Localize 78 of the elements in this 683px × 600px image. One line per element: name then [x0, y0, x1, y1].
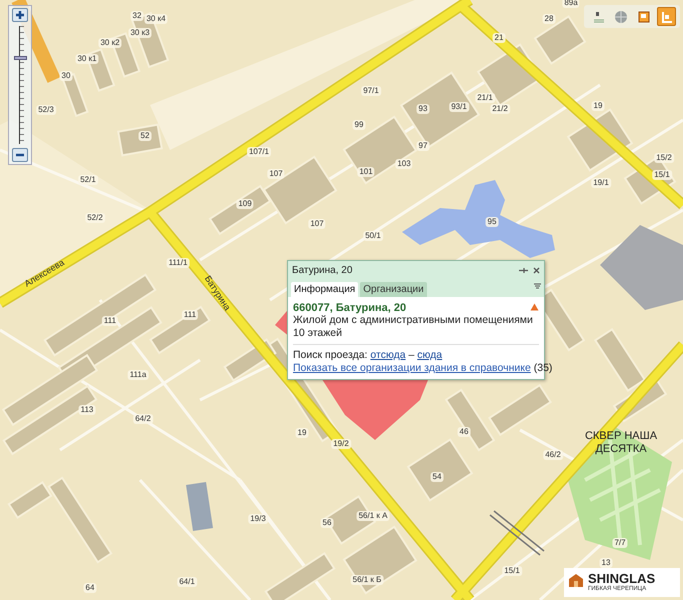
- house-number: 15/1: [502, 566, 522, 576]
- house-number: 52/2: [85, 213, 105, 223]
- house-number: 111/1: [166, 258, 190, 268]
- house-number: 99: [352, 120, 366, 130]
- house-number: 93/1: [449, 102, 469, 112]
- house-number: 107/1: [246, 147, 272, 157]
- house-number: 46: [458, 427, 470, 437]
- house-number: 19/3: [248, 514, 268, 524]
- popup-title: Батурина, 20: [292, 265, 354, 276]
- popup-tab[interactable]: Организации: [360, 282, 427, 297]
- house-number: 56/1 к Б: [350, 575, 384, 585]
- house-number: 109: [236, 199, 254, 209]
- house-number: 32: [130, 11, 144, 21]
- house-icon: [568, 572, 584, 588]
- route-to-link[interactable]: сюда: [417, 349, 442, 361]
- route-separator: –: [408, 349, 414, 361]
- house-number: 111а: [128, 370, 148, 380]
- route-label: Поиск проезда:: [293, 349, 368, 361]
- house-number: 46/2: [543, 450, 563, 460]
- house-number: 113: [78, 405, 96, 415]
- house-number: 101: [357, 167, 375, 177]
- house-number: 52/1: [78, 175, 98, 185]
- house-number: 56: [320, 518, 334, 528]
- house-number: 30 к1: [75, 54, 99, 64]
- house-number: 64: [84, 583, 96, 593]
- floor-count: 10 этажей: [293, 327, 343, 340]
- house-number: 107: [308, 219, 326, 229]
- house-number: 52: [138, 131, 152, 141]
- house-number: 19/2: [331, 439, 351, 449]
- organization-count: (35): [534, 362, 552, 374]
- house-number: 21/1: [475, 93, 495, 103]
- zoom-in-button[interactable]: [12, 8, 28, 22]
- house-number: 15/2: [654, 153, 674, 163]
- house-number: 111: [182, 310, 198, 320]
- zoom-slider[interactable]: [13, 26, 27, 144]
- house-number: 19: [592, 101, 604, 111]
- house-number: 30: [60, 71, 72, 81]
- house-number: 54: [430, 472, 444, 482]
- pin-icon[interactable]: [519, 267, 528, 274]
- house-number: 21: [492, 33, 506, 43]
- house-number: 21/2: [490, 104, 510, 114]
- close-icon[interactable]: [533, 267, 540, 274]
- house-number: 52/3: [36, 105, 56, 115]
- layers-icon: [636, 10, 650, 24]
- house-number: 64/1: [177, 577, 197, 587]
- house-number: 56/1 к А: [356, 511, 390, 521]
- route-from-link[interactable]: отсюда: [370, 349, 406, 361]
- house-number: 30 к2: [98, 38, 122, 48]
- house-number: 28: [542, 14, 556, 24]
- ad-brand[interactable]: SHINGLAS: [588, 572, 656, 585]
- house-number: 64/2: [133, 414, 153, 424]
- house-number: 103: [395, 159, 413, 169]
- house-number: 50/1: [363, 231, 383, 241]
- zoom-thumb[interactable]: [14, 56, 27, 60]
- house-number: 93: [416, 104, 430, 114]
- menu-icon[interactable]: [534, 283, 541, 289]
- directory-link[interactable]: Показать все организации здания в справочнике: [293, 362, 531, 374]
- address-heading: 660077, Батурина, 20: [293, 302, 408, 314]
- house-number: 13: [600, 558, 612, 568]
- popup-tab[interactable]: Информация: [291, 282, 358, 297]
- house-number: 30 к3: [128, 28, 152, 38]
- house-number: 97/1: [361, 86, 381, 96]
- building-description: Жилой дом с административными помещениями: [293, 314, 534, 327]
- house-number: 7/7: [612, 538, 628, 548]
- globe-icon: [614, 10, 628, 24]
- house-number: 19/1: [591, 178, 611, 188]
- house-number: 95: [486, 217, 498, 227]
- house-number: 15/1: [652, 170, 672, 180]
- house-number: 107: [267, 169, 285, 179]
- plus-icon: [15, 10, 25, 20]
- park-name: СКВЕР НАША ДЕСЯТКА: [584, 430, 658, 456]
- warning-icon[interactable]: [530, 303, 539, 311]
- house-number: 19: [296, 428, 308, 438]
- map-tool-button[interactable]: [657, 7, 676, 26]
- house-number: 111: [102, 316, 118, 326]
- zoom-out-button[interactable]: [12, 148, 28, 162]
- house-number: 30 к4: [144, 14, 168, 24]
- house-number: 97: [416, 141, 430, 151]
